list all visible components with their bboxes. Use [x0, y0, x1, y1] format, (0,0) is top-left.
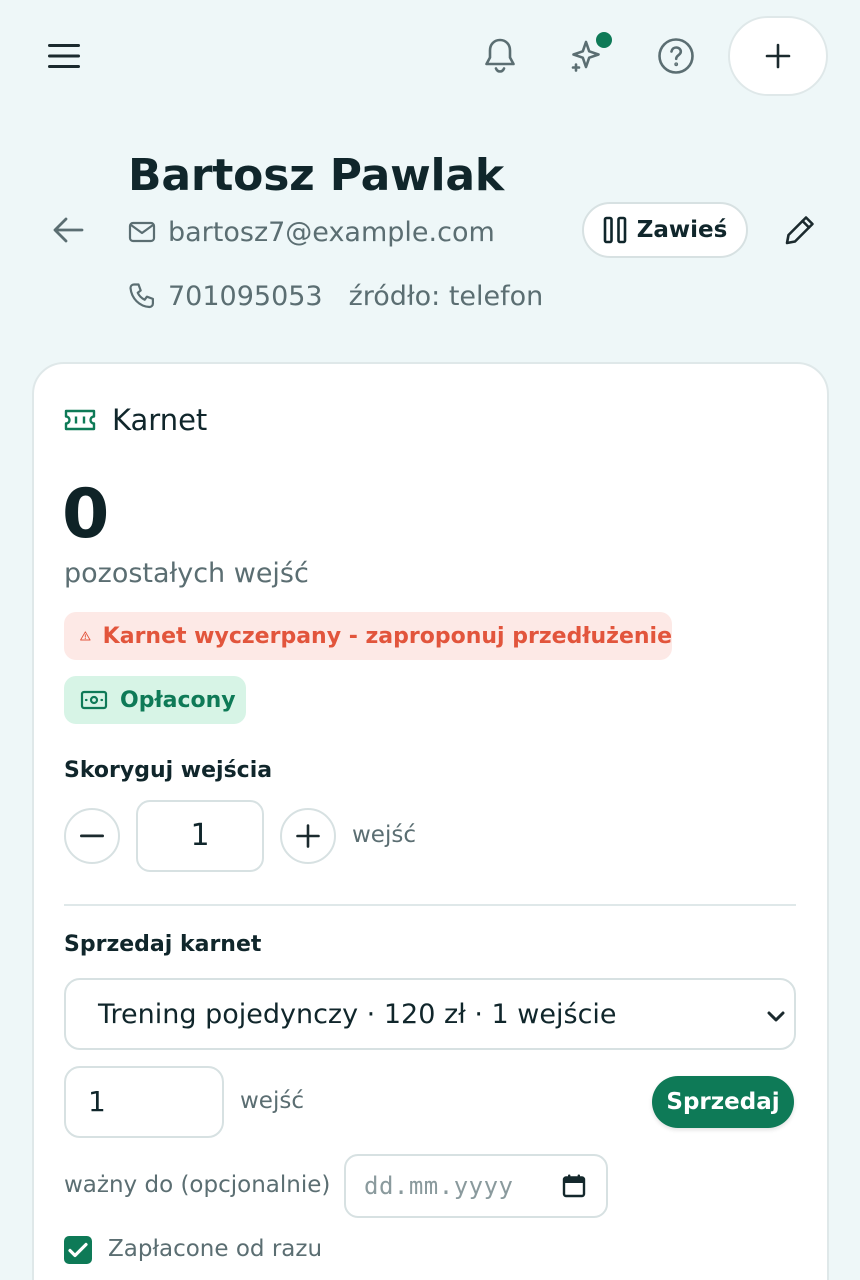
warning-icon: [80, 631, 91, 641]
pass-type-selected: Trening pojedynczy · 120 zł · 1 wejście: [98, 998, 617, 1030]
paid-now-label[interactable]: Zapłacone od razu: [108, 1236, 322, 1262]
alert-text: Karnet wyczerpany - zaproponuj przedłuże…: [102, 623, 672, 649]
remaining-entries-label: pozostałych wejść: [64, 558, 309, 589]
date-placeholder: dd.mm.yyyy: [364, 1172, 514, 1200]
bell-icon: [485, 38, 515, 73]
plus-icon: [296, 824, 320, 848]
back-button[interactable]: [44, 206, 92, 254]
arrow-left-icon: [53, 217, 84, 243]
paid-badge: Opłacony: [64, 676, 246, 724]
minus-icon: [80, 834, 104, 838]
calendar-icon[interactable]: [562, 1174, 586, 1198]
exhausted-alert: Karnet wyczerpany - zaproponuj przedłuże…: [64, 612, 672, 660]
help-button[interactable]: [648, 30, 704, 82]
phone-icon: [129, 283, 154, 309]
client-email[interactable]: bartosz7@example.com: [168, 217, 495, 248]
client-source: źródło: telefon: [348, 280, 544, 312]
client-name: Bartosz Pawlak: [128, 150, 504, 201]
cash-icon: [80, 690, 108, 710]
menu-button[interactable]: [36, 30, 92, 82]
pause-icon: [603, 216, 626, 244]
valid-until-label: ważny do (opcjonalnie): [64, 1172, 331, 1198]
ticket-icon: [64, 409, 96, 431]
adjust-entries-label: Skoryguj wejścia: [64, 758, 273, 783]
hamburger-icon: [48, 44, 80, 68]
decrement-button[interactable]: [64, 808, 120, 864]
divider: [64, 904, 796, 906]
edit-button[interactable]: [776, 206, 824, 254]
pass-type-select[interactable]: Trening pojedynczy · 120 zł · 1 wejście: [64, 978, 796, 1050]
paid-badge-label: Opłacony: [120, 687, 236, 713]
notification-dot: [596, 32, 612, 48]
sell-quantity-unit: wejść: [240, 1088, 304, 1114]
suspend-label: Zawieś: [636, 217, 728, 243]
help-circle-icon: [658, 38, 694, 74]
add-button[interactable]: [728, 16, 828, 96]
mail-icon: [128, 221, 156, 243]
card-header: Karnet: [64, 398, 207, 442]
adjust-entries-unit: wejść: [352, 822, 416, 848]
phone-row: 701095053 źródło: telefon: [128, 276, 543, 316]
remaining-entries-value: 0: [62, 475, 110, 554]
email-row: bartosz7@example.com: [128, 212, 495, 252]
pencil-icon: [785, 216, 814, 245]
suspend-button[interactable]: Zawieś: [582, 202, 748, 258]
sell-pass-label: Sprzedaj karnet: [64, 932, 262, 957]
client-phone[interactable]: 701095053: [168, 281, 323, 312]
card-title: Karnet: [112, 403, 208, 437]
adjust-entries-input[interactable]: 1: [136, 800, 264, 872]
sell-button[interactable]: Sprzedaj: [652, 1076, 794, 1128]
plus-icon: [765, 43, 791, 69]
paid-now-checkbox[interactable]: [64, 1236, 92, 1264]
checkmark-icon: [68, 1242, 88, 1258]
chevron-down-icon: [767, 1011, 785, 1022]
increment-button[interactable]: [280, 808, 336, 864]
sell-quantity-input[interactable]: 1: [64, 1066, 224, 1138]
notifications-button[interactable]: [472, 30, 528, 82]
